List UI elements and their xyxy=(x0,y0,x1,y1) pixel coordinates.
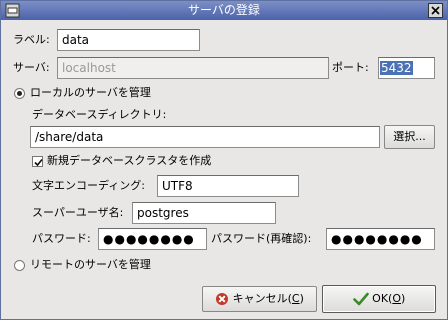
title-bar[interactable]: サーバの登録 xyxy=(1,1,447,20)
cancel-x-icon xyxy=(216,293,229,305)
browse-button-label: 選択... xyxy=(393,130,426,143)
browse-button[interactable]: 選択... xyxy=(384,125,435,149)
radio-selected-dot xyxy=(17,91,22,96)
create-cluster-checkbox[interactable] xyxy=(32,156,43,167)
local-server-label[interactable]: ローカルのサーバを管理 xyxy=(30,83,151,103)
password-confirm-caption: パスワード(再確認): xyxy=(211,232,312,245)
ok-button[interactable]: OK(O) xyxy=(322,285,436,313)
port-caption: ポート: xyxy=(332,61,369,74)
ok-check-icon xyxy=(352,292,369,306)
directory-caption: データベースディレクトリ: xyxy=(32,108,167,121)
window-menu-icon[interactable] xyxy=(5,3,20,18)
close-icon[interactable] xyxy=(428,3,443,18)
superuser-input[interactable]: postgres xyxy=(132,202,276,224)
remote-server-radio[interactable] xyxy=(14,260,25,271)
password-caption: パスワード: xyxy=(32,232,91,245)
remote-server-label[interactable]: リモートのサーバを管理 xyxy=(30,255,151,275)
checkmark-icon xyxy=(34,158,43,167)
local-server-radio[interactable] xyxy=(14,88,25,99)
window-title: サーバの登録 xyxy=(188,3,260,17)
cancel-button[interactable]: キャンセル(C) xyxy=(202,286,317,312)
label-caption: ラベル: xyxy=(13,33,50,46)
cancel-button-label: キャンセル(C) xyxy=(232,292,304,305)
encoding-input[interactable]: UTF8 xyxy=(157,175,299,197)
server-registration-dialog: サーバの登録 ラベル: data サーバ: localhost ポート: 543… xyxy=(0,0,448,320)
password-confirm-input[interactable]: ●●●●●●●● xyxy=(326,228,435,250)
directory-input[interactable]: /share/data xyxy=(30,126,380,148)
port-input[interactable]: 5432 xyxy=(378,57,435,79)
port-value: 5432 xyxy=(380,61,413,75)
server-input[interactable]: localhost xyxy=(57,57,329,79)
encoding-caption: 文字エンコーディング: xyxy=(32,179,145,192)
superuser-caption: スーパーユーザ名: xyxy=(32,206,124,219)
label-input[interactable]: data xyxy=(57,29,200,51)
server-caption: サーバ: xyxy=(13,61,50,74)
ok-button-label: OK(O) xyxy=(372,292,406,305)
create-cluster-label[interactable]: 新規データベースクラスタを作成 xyxy=(47,151,211,171)
password-input[interactable]: ●●●●●●●● xyxy=(98,228,207,250)
